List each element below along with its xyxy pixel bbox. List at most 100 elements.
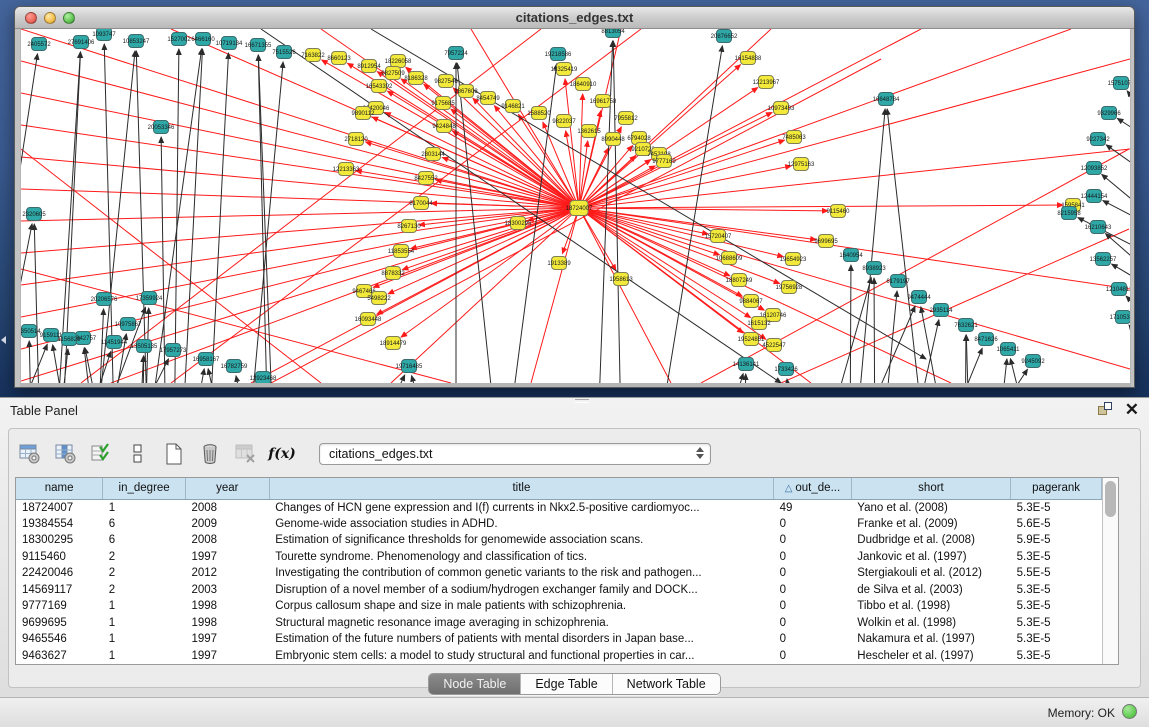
panel-resize-grip[interactable] — [575, 399, 589, 403]
delete-table-button[interactable] — [233, 441, 259, 467]
table-cell: Corpus callosum shape and size in male p… — [269, 598, 773, 615]
float-panel-icon[interactable] — [1098, 402, 1113, 417]
table-cell: 5.6E-5 — [1011, 516, 1102, 533]
graph-edge — [874, 278, 875, 383]
table-cell: 2 — [103, 549, 186, 566]
graph-edge — [21, 61, 579, 208]
table-cell: 9777169 — [16, 598, 103, 615]
graph-node-label: 8990448 — [601, 137, 625, 143]
table-cell: 2 — [103, 565, 186, 582]
graph-edge — [29, 341, 32, 383]
table-row[interactable]: 911546021997Tourette syndrome. Phenomeno… — [16, 549, 1102, 566]
graph-node-label: 7163822 — [301, 53, 325, 59]
table-cell: 22420046 — [16, 565, 103, 582]
graph-edge — [136, 51, 149, 383]
graph-node-label: 8912954 — [357, 64, 381, 70]
table-row[interactable]: 946554611997Estimation of the future num… — [16, 631, 1102, 648]
memory-status-icon[interactable] — [1122, 704, 1137, 719]
graph-node-label: 9245092 — [1021, 359, 1045, 365]
memory-status-label: Memory: OK — [1048, 706, 1115, 720]
graph-node-label: 6794028 — [627, 136, 651, 142]
table-cell: 9465546 — [16, 631, 103, 648]
tab-edge-table[interactable]: Edge Table — [521, 674, 612, 694]
graph-node-label: 1615132 — [747, 321, 771, 327]
table-cell: 2009 — [185, 516, 269, 533]
table-cell: Genome-wide association studies in ADHD. — [269, 516, 773, 533]
table-cell: Stergiakouli et al. (2012) — [851, 565, 1010, 582]
table-cell: 2 — [103, 582, 186, 599]
table-cell: 1 — [103, 631, 186, 648]
graph-node-label: 10719134 — [216, 41, 243, 47]
tab-network-table[interactable]: Network Table — [613, 674, 720, 694]
graph-node-label: 16543392 — [366, 84, 393, 90]
column-header-title[interactable]: title — [269, 478, 773, 499]
graph-node-label: 8427552 — [414, 176, 438, 182]
network-window-titlebar[interactable]: citations_edges.txt — [15, 7, 1134, 29]
table-row[interactable]: 946362711997Embryonic stem cells: a mode… — [16, 648, 1102, 665]
tab-node-table[interactable]: Node Table — [429, 674, 521, 694]
delete-rows-button[interactable] — [197, 441, 223, 467]
select-rows-button[interactable] — [89, 441, 115, 467]
graph-node-label: 9175685 — [431, 101, 455, 107]
close-panel-icon[interactable]: ✕ — [1125, 402, 1139, 417]
row-height-button[interactable] — [125, 441, 151, 467]
table-cell: 0 — [774, 648, 852, 665]
table-row[interactable]: 2242004622012Investigating the contribut… — [16, 565, 1102, 582]
table-cell: 9699695 — [16, 615, 103, 632]
graph-node-label: 2935114 — [930, 308, 954, 314]
graph-edge — [94, 51, 135, 383]
graph-edge — [75, 351, 111, 383]
graph-edge — [781, 229, 1129, 383]
graph-edge — [850, 265, 851, 383]
graph-edge — [655, 46, 722, 383]
table-cell: Disruption of a novel member of a sodium… — [269, 582, 773, 599]
graph-node-label: 8186328 — [404, 76, 428, 82]
table-cell: Wolkin et al. (1998) — [851, 615, 1010, 632]
column-header-short[interactable]: short — [851, 478, 1010, 499]
graph-node-label: 10688609 — [716, 256, 743, 262]
function-builder-button[interactable]: f(x) — [269, 441, 295, 467]
table-cell: 18724007 — [16, 499, 103, 516]
table-row[interactable]: 1938455462009Genome-wide association stu… — [16, 516, 1102, 533]
column-header-name[interactable]: name — [16, 478, 103, 499]
new-document-button[interactable] — [161, 441, 187, 467]
graph-node-label: 9424848 — [432, 124, 456, 130]
graph-edge — [145, 49, 202, 383]
table-row[interactable]: 969969511998Structural magnetic resonanc… — [16, 615, 1102, 632]
table-row[interactable]: 1872400712008Changes of HCN gene express… — [16, 499, 1102, 516]
table-row[interactable]: 977716911998Corpus callosum shape and si… — [16, 598, 1102, 615]
column-header-year[interactable]: year — [185, 478, 269, 499]
column-header-pagerank[interactable]: pagerank — [1011, 478, 1102, 499]
table-toolbar: f(x) citations_edges.txt — [17, 439, 711, 469]
graph-edge — [34, 224, 41, 383]
column-header-out_de[interactable]: △out_de... — [774, 478, 852, 499]
graph-node-label: 5498222 — [367, 296, 391, 302]
table-cell: Estimation of significance thresholds fo… — [269, 532, 773, 549]
splitter-collapse-arrow[interactable] — [1, 336, 6, 344]
graph-node-label: 16210643 — [1085, 225, 1112, 231]
graph-node-label: 16093448 — [355, 317, 382, 323]
graph-edge — [579, 208, 951, 383]
graph-node-label: 6466160 — [191, 37, 215, 43]
graph-edge — [1106, 145, 1130, 191]
table-cell: 1 — [103, 499, 186, 516]
graph-edge — [1117, 118, 1130, 153]
table-cell: 0 — [774, 549, 852, 566]
table-row[interactable]: 1456911722003Disruption of a novel membe… — [16, 582, 1102, 599]
network-canvas[interactable]: 1872400718300295716382286601238912954182… — [21, 29, 1130, 383]
table-cell: Franke et al. (2009) — [851, 516, 1010, 533]
table-cell: Investigating the contribution of common… — [269, 565, 773, 582]
table-scrollbar[interactable] — [1102, 478, 1118, 664]
column-settings-button[interactable] — [53, 441, 79, 467]
graph-node-label: 9777169 — [652, 159, 676, 165]
table-row[interactable]: 1830029562008Estimation of significance … — [16, 532, 1102, 549]
table-source-dropdown[interactable]: citations_edges.txt — [319, 443, 711, 465]
column-header-in_degree[interactable]: in_degree — [103, 478, 186, 499]
graph-edge — [718, 374, 743, 383]
table-cell: Hescheler et al. (1997) — [851, 648, 1010, 665]
table-tabs: Node TableEdge TableNetwork Table — [9, 673, 1140, 695]
table-panel-body: f(x) citations_edges.txt namein_degreeye… — [8, 428, 1141, 688]
table-scrollbar-thumb[interactable] — [1105, 481, 1116, 517]
graph-edge — [21, 344, 47, 383]
table-settings-button[interactable] — [17, 441, 43, 467]
